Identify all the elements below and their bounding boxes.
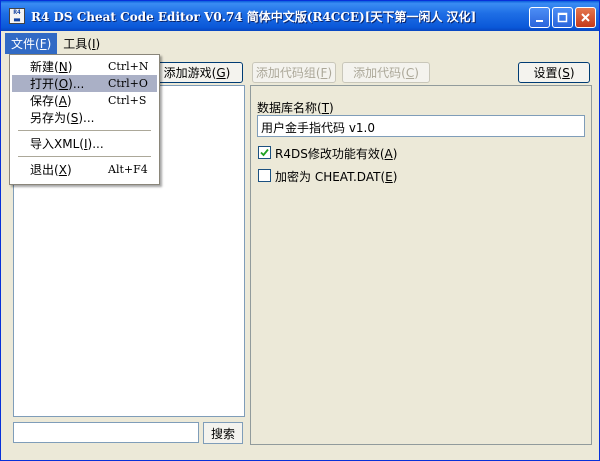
menu-item-new-label: 新建(N)	[30, 60, 73, 74]
menu-tools[interactable]: 工具(I)	[57, 33, 106, 54]
search-button[interactable]: 搜索	[203, 422, 243, 444]
menu-item-save[interactable]: 保存(A) Ctrl+S	[12, 92, 157, 109]
add-game-button[interactable]: 添加游戏(G)	[151, 62, 243, 83]
details-panel	[250, 85, 592, 445]
db-name-mnemonic: T	[321, 101, 330, 115]
app-window: R4 ▄▄ R4 DS Cheat Code Editor V0.74 简体中文…	[0, 0, 600, 461]
r4ds-label[interactable]: R4DS修改功能有效(A)	[275, 145, 397, 162]
r4ds-label-text: R4DS修改功能有效	[275, 147, 380, 161]
file-menu-dropdown: 新建(N) Ctrl+N 打开(O)... Ctrl+O 保存(A) Ctrl+…	[9, 54, 160, 185]
window-title: R4 DS Cheat Code Editor V0.74 简体中文版(R4CC…	[31, 9, 477, 24]
db-name-field[interactable]: 用户金手指代码 v1.0	[257, 115, 585, 137]
menu-item-save-label: 保存(A)	[30, 94, 72, 108]
add-code-group-mnemonic: F	[320, 65, 328, 80]
maximize-icon	[557, 12, 568, 23]
menu-item-open[interactable]: 打开(O)... Ctrl+O	[12, 75, 157, 92]
close-button[interactable]	[575, 7, 596, 28]
close-icon	[581, 13, 590, 22]
menu-item-new-shortcut: Ctrl+N	[108, 60, 149, 73]
menu-bar: 文件(F) 工具(I)	[1, 31, 599, 55]
menu-item-new[interactable]: 新建(N) Ctrl+N	[12, 58, 157, 75]
settings-button[interactable]: 设置(S)	[518, 62, 590, 83]
menu-separator	[18, 156, 151, 157]
menu-file[interactable]: 文件(F)	[5, 32, 58, 54]
add-code-group-button[interactable]: 添加代码组(F)	[252, 62, 336, 83]
menu-item-save-as[interactable]: 另存为(S)...	[12, 109, 157, 126]
menu-tools-label: 工具	[63, 36, 88, 51]
menu-item-exit-shortcut: Alt+F4	[108, 163, 148, 176]
menu-file-mnemonic: F	[39, 36, 47, 51]
db-name-label: 数据库名称(T)	[257, 101, 334, 115]
r4ds-checkbox[interactable]	[258, 146, 271, 159]
menu-item-open-label: 打开(O)...	[30, 77, 85, 91]
encrypt-label[interactable]: 加密为 CHEAT.DAT(E)	[275, 168, 397, 185]
add-game-label: 添加游戏	[163, 66, 212, 80]
add-code-mnemonic: C	[405, 65, 415, 80]
menu-item-exit[interactable]: 退出(X) Alt+F4	[12, 161, 157, 178]
settings-mnemonic: S	[562, 65, 570, 80]
search-button-label: 搜索	[210, 426, 235, 441]
menu-item-save-shortcut: Ctrl+S	[108, 94, 147, 107]
db-name-value: 用户金手指代码 v1.0	[261, 121, 376, 135]
add-code-group-label: 添加代码组	[255, 66, 316, 80]
maximize-button[interactable]	[552, 7, 573, 28]
menu-separator	[18, 130, 151, 131]
add-game-mnemonic: G	[216, 65, 226, 80]
menu-item-save-as-label: 另存为(S)...	[30, 111, 95, 125]
encrypt-label-text: 加密为 CHEAT.DAT	[275, 170, 381, 184]
settings-label: 设置	[533, 66, 558, 80]
menu-item-import-xml-label: 导入XML(I)...	[30, 137, 104, 151]
encrypt-mnemonic: E	[385, 170, 393, 184]
menu-item-open-shortcut: Ctrl+O	[108, 77, 148, 90]
menu-item-import-xml[interactable]: 导入XML(I)...	[12, 135, 157, 152]
add-code-button[interactable]: 添加代码(C)	[342, 62, 430, 83]
app-icon[interactable]: R4 ▄▄	[9, 8, 25, 24]
checkmark-icon	[260, 148, 269, 157]
encrypt-checkbox[interactable]	[258, 169, 271, 182]
minimize-button[interactable]	[529, 7, 550, 28]
menu-item-exit-label: 退出(X)	[30, 163, 72, 177]
minimize-icon	[536, 20, 543, 22]
menu-tools-mnemonic: I	[92, 36, 96, 51]
db-name-label-text: 数据库名称	[257, 101, 318, 115]
title-bar[interactable]: R4 ▄▄ R4 DS Cheat Code Editor V0.74 简体中文…	[1, 1, 599, 31]
menu-file-label: 文件	[11, 36, 36, 51]
app-icon-stripe: ▄▄	[13, 16, 21, 22]
add-code-label: 添加代码	[353, 66, 402, 80]
r4ds-mnemonic: A	[384, 147, 393, 161]
search-input[interactable]	[13, 422, 199, 443]
